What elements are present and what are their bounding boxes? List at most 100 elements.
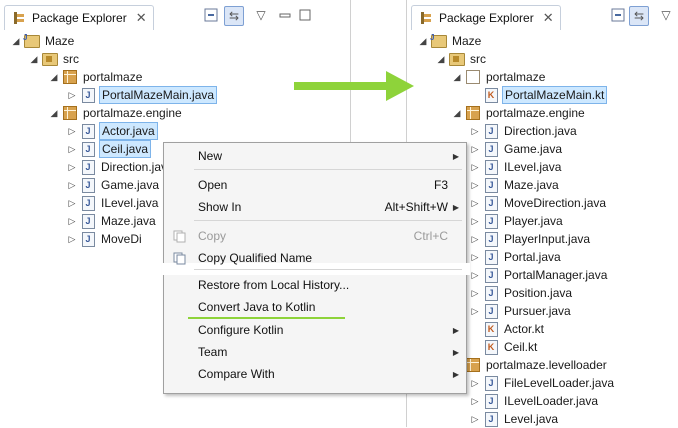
tree-item[interactable]: ▷ J Ceil.java (66, 140, 152, 158)
expanded-twisty-icon[interactable]: ◢ (417, 36, 429, 47)
source-folder-icon (449, 51, 465, 67)
tree-item[interactable]: ▷ J Direction.java (469, 122, 579, 140)
collapsed-twisty-icon[interactable]: ▷ (469, 180, 481, 191)
tree-item[interactable]: ◢ J Maze (10, 32, 76, 50)
java-file-icon: J (80, 141, 96, 157)
tree-item-label: ILevelLoader.java (504, 394, 599, 408)
collapsed-twisty-icon[interactable]: ▷ (469, 306, 481, 317)
view-menu-icon[interactable]: ▽ (657, 6, 675, 24)
tree-item[interactable]: ▷ J Level.java (469, 410, 560, 428)
expanded-twisty-icon[interactable]: ◢ (435, 54, 447, 65)
left-package-explorer-tab[interactable]: Package Explorer ✕ (4, 5, 154, 30)
link-with-editor-icon[interactable]: ⇆ (224, 6, 244, 26)
collapsed-twisty-icon[interactable]: ▷ (66, 162, 78, 173)
collapsed-twisty-icon[interactable]: ▷ (469, 252, 481, 263)
tree-item[interactable]: ▷ J Player.java (469, 212, 565, 230)
expanded-twisty-icon[interactable]: ◢ (48, 72, 60, 83)
tree-item[interactable]: K Ceil.kt (469, 338, 539, 356)
right-package-explorer-tab[interactable]: Package Explorer ✕ (411, 5, 561, 30)
close-icon[interactable]: ✕ (136, 10, 147, 26)
tree-item[interactable]: ▷ J ILevel.java (469, 158, 563, 176)
collapsed-twisty-icon[interactable]: ▷ (469, 288, 481, 299)
menu-item-open[interactable]: Open F3 (164, 174, 466, 196)
expanded-twisty-icon[interactable]: ◢ (451, 72, 463, 83)
tree-item[interactable]: ▷ J Portal.java (469, 248, 563, 266)
tree-item[interactable]: ◢ src (435, 50, 488, 68)
collapsed-twisty-icon[interactable]: ▷ (66, 234, 78, 245)
tree-item[interactable]: ▷ J PlayerInput.java (469, 230, 592, 248)
tree-item[interactable]: ◢ J Maze (417, 32, 483, 50)
menu-item-configure-kotlin[interactable]: Configure Kotlin ▶ (164, 319, 466, 341)
package-icon (465, 105, 481, 121)
collapsed-twisty-icon[interactable]: ▷ (469, 414, 481, 425)
collapsed-twisty-icon[interactable]: ▷ (469, 126, 481, 137)
tree-item[interactable]: ◢ src (28, 50, 81, 68)
tree-item[interactable]: ▷ J Maze.java (66, 212, 158, 230)
close-icon[interactable]: ✕ (543, 10, 554, 26)
java-file-icon: J (80, 213, 96, 229)
package-icon (465, 357, 481, 373)
tree-item[interactable]: ▷ J ILevel.java (66, 194, 160, 212)
tree-item[interactable]: ◢ portalmaze.engine (48, 104, 184, 122)
tree-item[interactable]: K Actor.kt (469, 320, 546, 338)
collapse-all-icon[interactable] (609, 6, 627, 24)
menu-item-restore-from-local-history[interactable]: Restore from Local History... (164, 274, 466, 296)
tree-item[interactable]: ◢portalmaze.levelloader (451, 356, 609, 374)
collapsed-twisty-icon[interactable]: ▷ (469, 378, 481, 389)
collapsed-twisty-icon[interactable]: ▷ (469, 162, 481, 173)
tree-item[interactable]: ◢ portalmaze.engine (451, 104, 587, 122)
collapsed-twisty-icon[interactable]: ▷ (66, 216, 78, 227)
menu-accelerator: F3 (433, 178, 448, 192)
collapsed-twisty-icon[interactable]: ▷ (469, 198, 481, 209)
view-menu-icon[interactable]: ▽ (252, 6, 270, 24)
collapsed-twisty-icon[interactable]: ▷ (66, 180, 78, 191)
expanded-twisty-icon[interactable]: ◢ (48, 108, 60, 119)
minimize-icon[interactable] (276, 6, 294, 24)
maximize-icon[interactable] (296, 6, 314, 24)
tree-item[interactable]: ▷ J FileLevelLoader.java (469, 374, 616, 392)
collapsed-twisty-icon[interactable]: ▷ (66, 144, 78, 155)
tab-title: Package Explorer (32, 11, 127, 25)
tree-item[interactable]: ▷ J Game.java (66, 176, 161, 194)
tree-item[interactable]: ▷ J MoveDi (66, 230, 144, 248)
tree-item-label: PortalMazeMain.kt (502, 86, 608, 104)
tree-item[interactable]: ◢ portalmaze (451, 68, 547, 86)
tree-item-label: Maze.java (504, 178, 559, 192)
tree-item[interactable]: ▷ J PortalMazeMain.java (66, 86, 218, 104)
collapse-all-icon[interactable] (202, 6, 220, 24)
expanded-twisty-icon[interactable]: ◢ (28, 54, 40, 65)
menu-item-copy-qualified-name[interactable]: Copy Qualified Name (164, 247, 466, 269)
collapsed-twisty-icon[interactable]: ▷ (469, 234, 481, 245)
tree-item[interactable]: K PortalMazeMain.kt (469, 86, 608, 104)
tree-item[interactable]: ▷ J Actor.java (66, 122, 158, 140)
menu-item-compare-with[interactable]: Compare With ▶ (164, 363, 466, 385)
java-file-icon: J (483, 393, 499, 409)
expanded-twisty-icon[interactable]: ◢ (10, 36, 22, 47)
collapsed-twisty-icon[interactable]: ▷ (469, 144, 481, 155)
tree-item[interactable]: ▷ J Pursuer.java (469, 302, 573, 320)
tree-item[interactable]: ▷ J Position.java (469, 284, 574, 302)
expanded-twisty-icon[interactable]: ◢ (451, 108, 463, 119)
link-with-editor-icon[interactable]: ⇆ (629, 6, 649, 26)
tree-item[interactable]: ▷ J Direction.java (66, 158, 176, 176)
collapsed-twisty-icon[interactable]: ▷ (469, 396, 481, 407)
tree-item[interactable]: ▷ J ILevelLoader.java (469, 392, 600, 410)
tree-item[interactable]: ▷ J MoveDirection.java (469, 194, 608, 212)
collapsed-twisty-icon[interactable]: ▷ (66, 198, 78, 209)
collapsed-twisty-icon[interactable]: ▷ (66, 126, 78, 137)
menu-item-convert-java-to-kotlin[interactable]: Convert Java to Kotlin (164, 296, 466, 318)
tree-item[interactable]: ◢ portalmaze (48, 68, 144, 86)
collapsed-twisty-icon[interactable]: ▷ (66, 90, 78, 101)
collapsed-twisty-icon[interactable]: ▷ (469, 216, 481, 227)
tree-item-label: ILevel.java (101, 196, 159, 210)
tree-item-label: portalmaze (486, 70, 546, 84)
menu-item-team[interactable]: Team ▶ (164, 341, 466, 363)
tree-item[interactable]: ▷ J PortalManager.java (469, 266, 609, 284)
collapsed-twisty-icon[interactable]: ▷ (469, 270, 481, 281)
menu-item-show-in[interactable]: Show In Alt+Shift+W ▶ (164, 196, 466, 218)
menu-item-new[interactable]: New ▶ (164, 145, 466, 167)
tree-item[interactable]: ▷ J Game.java (469, 140, 564, 158)
java-file-icon: J (483, 375, 499, 391)
tree-item[interactable]: ▷ J Maze.java (469, 176, 561, 194)
java-file-icon: J (483, 177, 499, 193)
